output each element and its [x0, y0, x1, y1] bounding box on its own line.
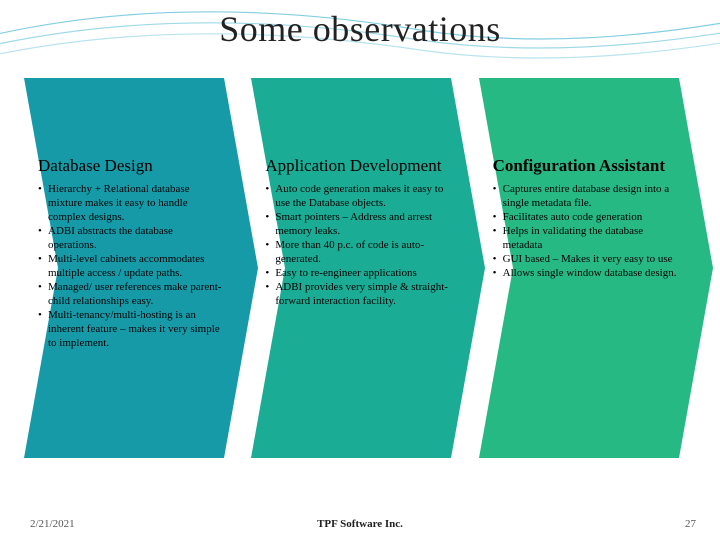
panel-heading: Database Design — [38, 156, 223, 176]
footer-date: 2/21/2021 — [30, 518, 75, 530]
panel: Database Design Hierarchy + Relational d… — [30, 78, 235, 350]
list-item: ADBI provides very simple & straight-for… — [265, 280, 450, 308]
panel-heading: Configuration Assistant — [493, 156, 678, 176]
slide-title: Some observations — [0, 8, 720, 50]
list-item: ADBI abstracts the database operations. — [38, 224, 223, 252]
panel-heading: Application Development — [265, 156, 450, 176]
list-item: Auto code generation makes it easy to us… — [265, 182, 450, 210]
column-application-development: Application Development Auto code genera… — [257, 78, 462, 478]
footer-page-number: 27 — [685, 518, 696, 530]
bullet-list: Captures entire database design into a s… — [493, 182, 678, 281]
list-item: More than 40 p.c. of code is auto-genera… — [265, 238, 450, 266]
list-item: Captures entire database design into a s… — [493, 182, 678, 210]
list-item: Easy to re-engineer applications — [265, 266, 450, 280]
column-configuration-assistant: Configuration Assistant Captures entire … — [485, 78, 690, 478]
footer: 2/21/2021 TPF Software Inc. 27 — [0, 518, 720, 530]
list-item: GUI based – Makes it very easy to use — [493, 252, 678, 266]
slide: Some observations Database Design Hierar… — [0, 0, 720, 540]
panel: Application Development Auto code genera… — [257, 78, 462, 308]
bullet-list: Auto code generation makes it easy to us… — [265, 182, 450, 309]
list-item: Smart pointers – Address and arrest memo… — [265, 210, 450, 238]
list-item: Allows single window database design. — [493, 266, 678, 280]
list-item: Managed/ user references make parent-chi… — [38, 280, 223, 308]
list-item: Facilitates auto code generation — [493, 210, 678, 224]
list-item: Multi-level cabinets accommodates multip… — [38, 252, 223, 280]
panel: Configuration Assistant Captures entire … — [485, 78, 690, 280]
column-database-design: Database Design Hierarchy + Relational d… — [30, 78, 235, 478]
list-item: Hierarchy + Relational database mixture … — [38, 182, 223, 224]
footer-company: TPF Software Inc. — [0, 518, 720, 530]
list-item: Helps in validating the database metadat… — [493, 224, 678, 252]
list-item: Multi-tenancy/multi-hosting is an inhere… — [38, 308, 223, 350]
columns-container: Database Design Hierarchy + Relational d… — [30, 78, 690, 478]
bullet-list: Hierarchy + Relational database mixture … — [38, 182, 223, 351]
